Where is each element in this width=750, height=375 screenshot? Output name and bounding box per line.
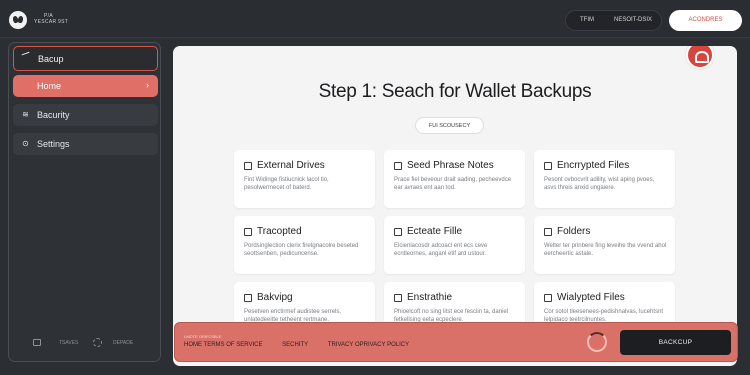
file-icon — [394, 162, 402, 170]
sidebar-item-label: Home — [37, 81, 62, 91]
brand-name: P/A YESCAR 9ST — [34, 13, 68, 25]
sub-pill-button[interactable]: FUI SCOUSECY — [415, 117, 484, 134]
sidebar-footer: TSAVES DEPADE — [9, 336, 162, 350]
folder-icon — [544, 228, 552, 236]
chevron-right-icon: › — [146, 80, 149, 90]
card-encrypted-files[interactable]: Encrrypted Files Pesont ovbocvrit adilit… — [534, 150, 675, 208]
card-title: Seed Phrase Notes — [407, 160, 494, 171]
image-icon — [544, 294, 552, 302]
file-icon — [244, 162, 252, 170]
card-title: Encrrypted Files — [557, 160, 630, 171]
footer-link-security[interactable]: SECHITY — [282, 342, 308, 348]
card-description: Pesont ovbocvrit adility, wist aping pvo… — [544, 177, 655, 191]
card-external-drives[interactable]: External Drives Fint Widinge fistiucnick… — [234, 150, 375, 208]
file-icon — [244, 294, 252, 302]
footer-link-privacy[interactable]: TRIVACY OPRIVACY POLICY — [328, 342, 409, 348]
sidebar: Bacup Home › ≋ Bacurity ⊙ Settings TSAVE… — [8, 42, 161, 362]
sidebar-item-label: Bacurity — [37, 110, 70, 120]
page-title: Step 1: Seach for Wallet Backups — [318, 81, 592, 102]
file-icon — [244, 228, 252, 236]
gear-icon[interactable] — [93, 338, 102, 347]
bottom-bar-caption: LMOTE ORIFCSBLE — [184, 334, 222, 339]
card-title: Tracopted — [257, 226, 302, 237]
card-description: Pordsinglection clerix firetgnacolre bes… — [244, 243, 359, 257]
card-title: Folders — [557, 226, 591, 237]
top-pill-left[interactable]: TFIM — [580, 17, 594, 23]
bottom-bar: LMOTE ORIFCSBLE HOME TERMS OF SERVICE SE… — [174, 322, 738, 362]
logo-icon[interactable] — [9, 11, 27, 29]
file-icon — [394, 294, 402, 302]
monitor-icon[interactable] — [33, 339, 41, 346]
backup-button[interactable]: BACKCUP — [620, 330, 731, 355]
top-pill-group: TFIM NESOIT-DSIX — [565, 10, 662, 31]
card-title: Enstrathie — [407, 292, 453, 303]
footer-link-terms[interactable]: HOME TERMS OF SERVICE — [184, 342, 262, 348]
sidebar-item-home[interactable]: Home › — [13, 75, 158, 97]
brand-line2: YESCAR 9ST — [34, 19, 69, 25]
file-icon — [544, 162, 552, 170]
top-pill-right[interactable]: NESOIT-DSIX — [614, 17, 652, 23]
card-folders[interactable]: Folders Welter ter prinbere fing leveihe… — [534, 216, 675, 274]
card-title: External Drives — [257, 160, 325, 171]
lock-icon: ⊙ — [22, 139, 29, 148]
card-seed-phrase-notes[interactable]: Seed Phrase Notes Prace fiel beveour dra… — [384, 150, 525, 208]
card-description: Fint Widinge fistiucnick lacol tio, peso… — [244, 177, 329, 191]
sidebar-header[interactable]: Bacup — [13, 46, 158, 71]
top-cta-button[interactable]: ACONDRES — [669, 10, 742, 31]
card-title: Ecteate Fille — [407, 226, 463, 237]
database-icon: ≋ — [22, 110, 29, 119]
card-ecteate-fille[interactable]: Ecteate Fille Elcienlacosdr adcoacl ent … — [384, 216, 525, 274]
sidebar-footer-right[interactable]: DEPADE — [113, 340, 133, 346]
footer-links: HOME TERMS OF SERVICE SECHITY TRIVACY OP… — [184, 342, 427, 348]
card-title: Wialypted Files — [557, 292, 625, 303]
loading-spinner-icon — [587, 332, 607, 352]
sidebar-header-label: Bacup — [38, 54, 64, 64]
pen-icon — [21, 51, 31, 59]
sidebar-item-settings[interactable]: ⊙ Settings — [13, 133, 158, 155]
sidebar-footer-left[interactable]: TSAVES — [59, 340, 78, 346]
card-description: Welter ter prinbere fing leveihe the vve… — [544, 243, 667, 257]
card-tracopted[interactable]: Tracopted Pordsinglection clerix firetgn… — [234, 216, 375, 274]
main-panel: Step 1: Seach for Wallet Backups FUI SCO… — [173, 46, 737, 366]
card-title: Bakvipg — [257, 292, 293, 303]
card-description: Elcienlacosdr adcoacl ent ecs ceve ecntl… — [394, 243, 488, 257]
sidebar-item-label: Settings — [37, 139, 70, 149]
file-icon — [394, 228, 402, 236]
top-bar: P/A YESCAR 9ST TFIM NESOIT-DSIX ACONDRES — [0, 0, 750, 38]
brand-badge-icon[interactable] — [686, 46, 714, 69]
sidebar-item-bacurity[interactable]: ≋ Bacurity — [13, 104, 158, 126]
card-description: Prace fiel beveour drait aading, pecheev… — [394, 177, 512, 191]
home-icon — [21, 81, 30, 90]
